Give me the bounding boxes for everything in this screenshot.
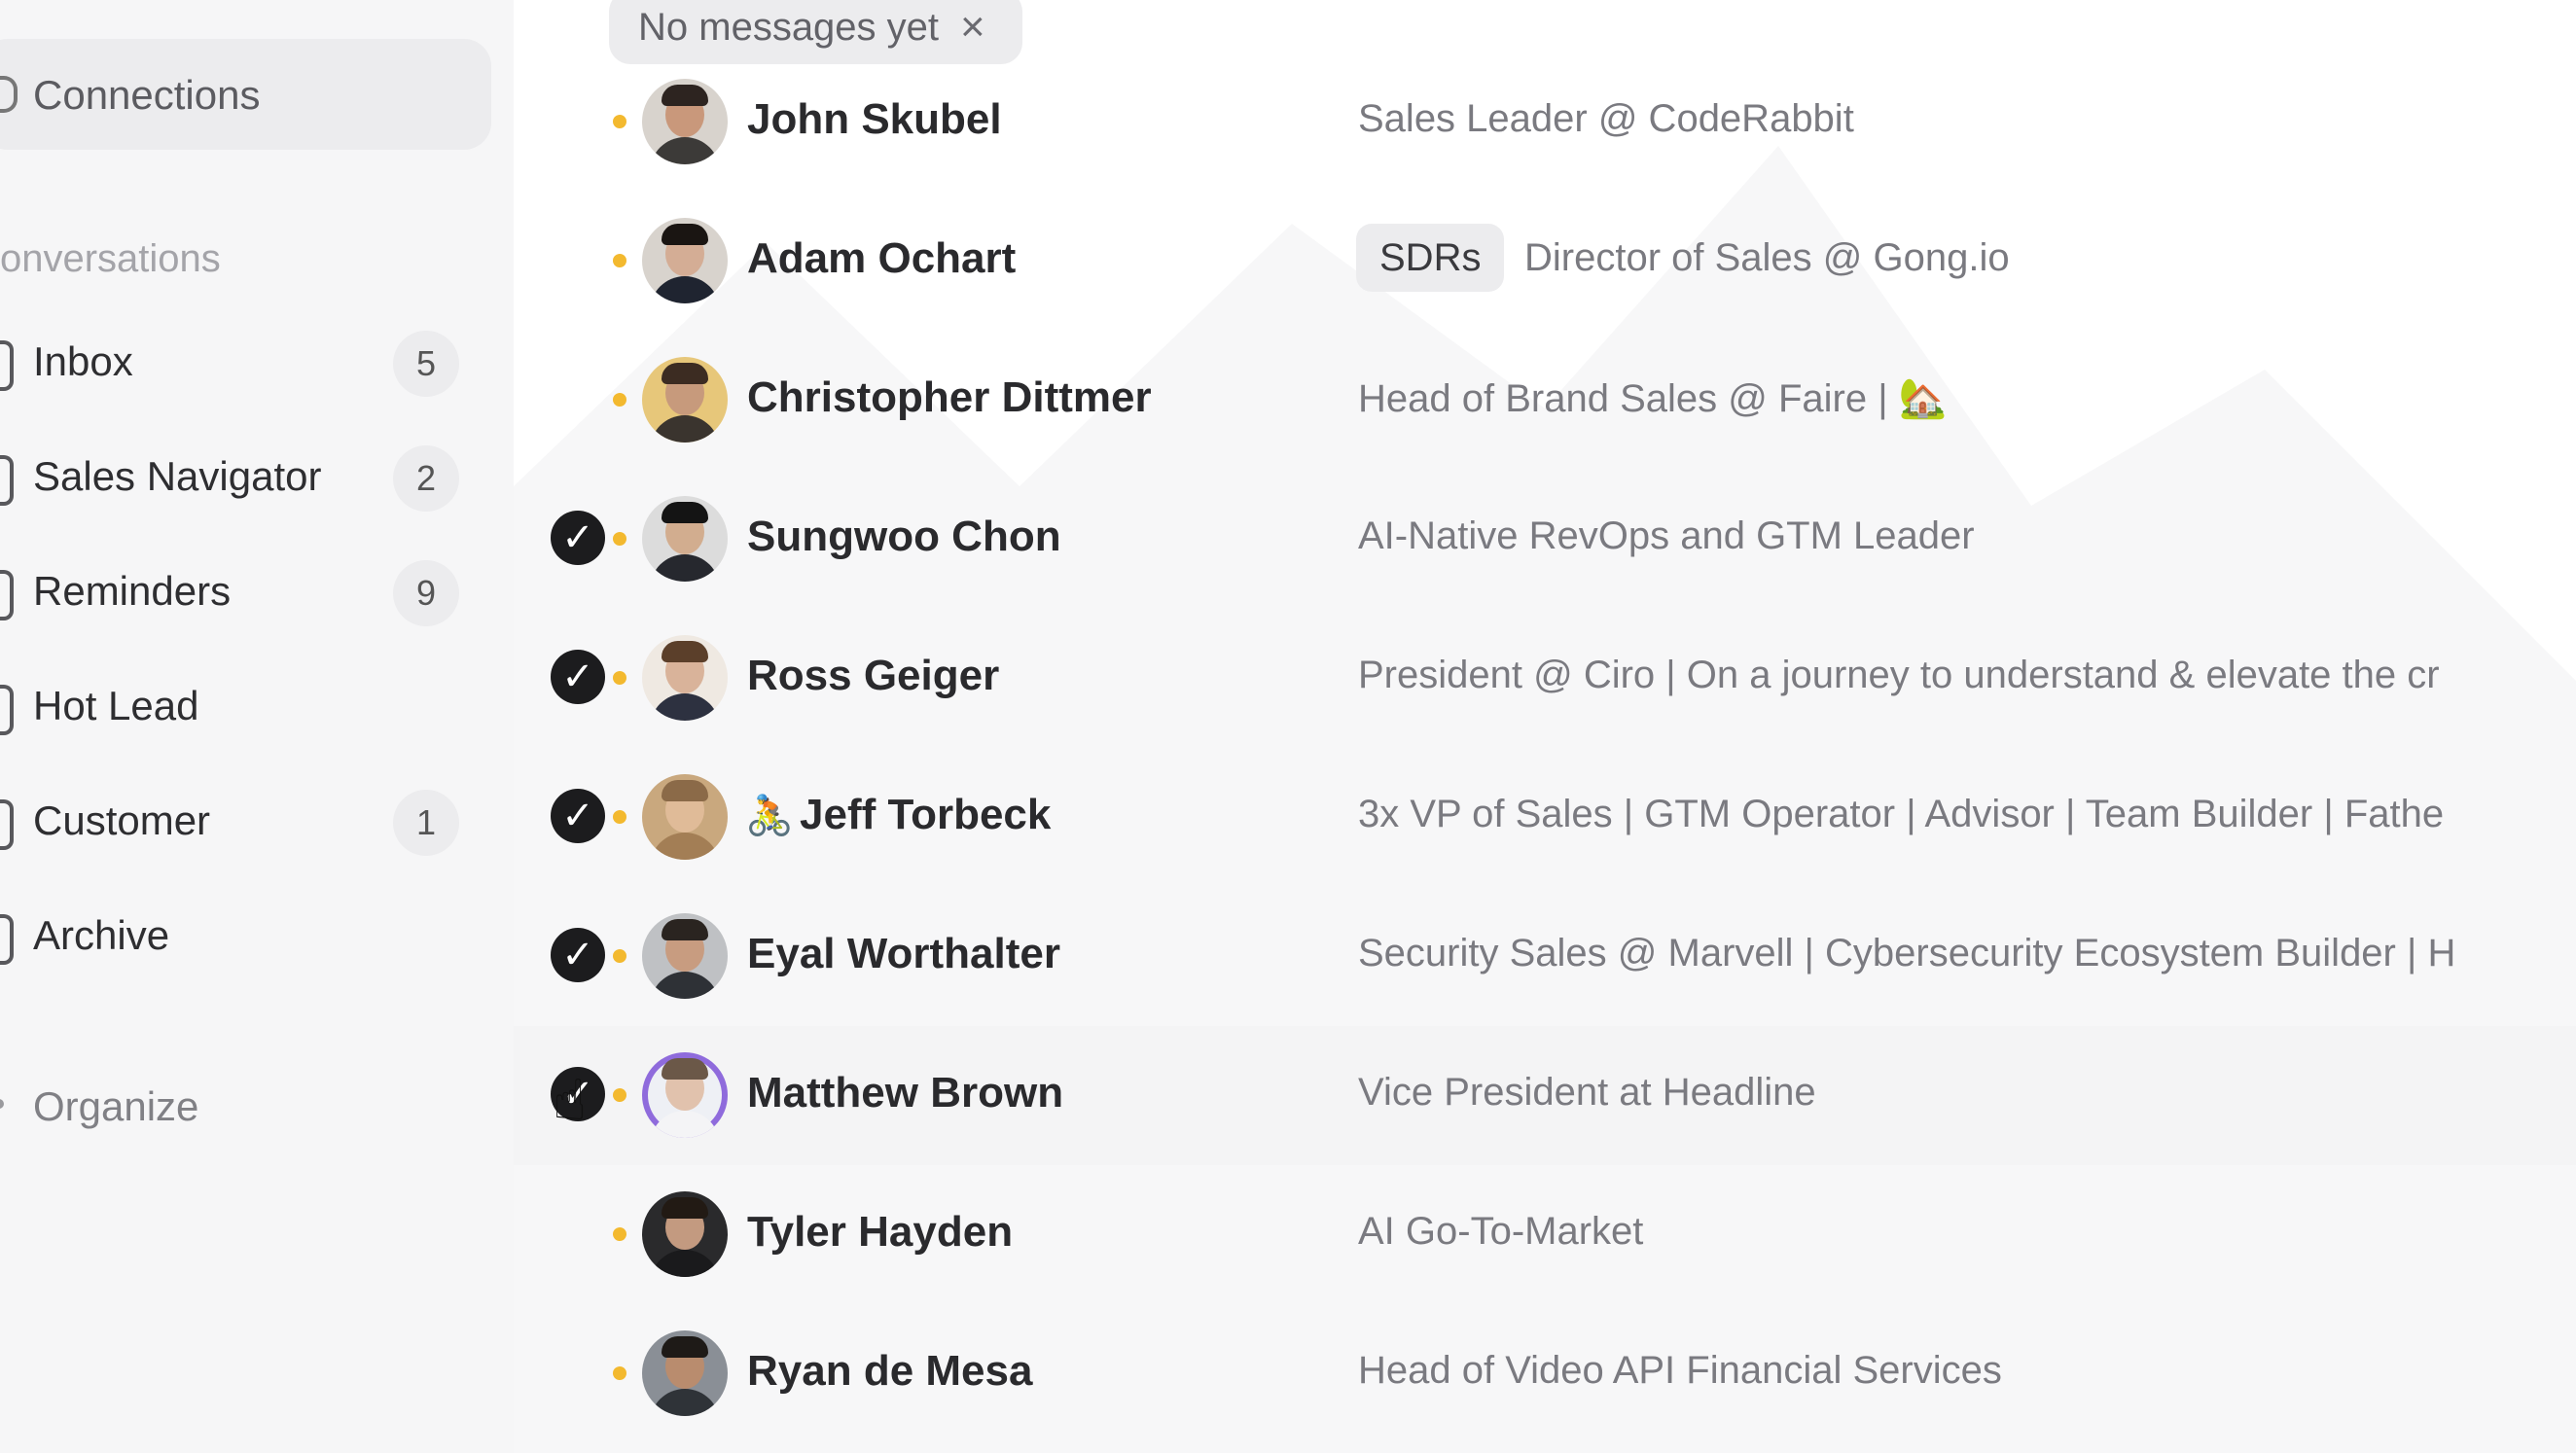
section-label-conversations: onversations — [0, 237, 221, 280]
contact-row[interactable]: Christopher Dittmer Head of Brand Sales … — [514, 331, 2576, 470]
presence-dot — [613, 810, 626, 824]
contact-name[interactable]: Matthew Brown — [747, 1069, 1063, 1117]
contact-headline: AI-Native RevOps and GTM Leader — [1358, 514, 1975, 557]
contact-name[interactable]: Adam Ochart — [747, 234, 1016, 283]
select-checkbox[interactable]: ✓ — [551, 650, 605, 704]
presence-dot — [613, 1227, 626, 1241]
sidebar-item-label: Connections — [33, 72, 261, 118]
contact-headline: Vice President at Headline — [1358, 1071, 1816, 1114]
presence-dot — [613, 532, 626, 546]
sidebar-item-connections[interactable]: Connections — [0, 39, 491, 150]
contact-row[interactable]: John Skubel Sales Leader @ CodeRabbit — [514, 53, 2576, 192]
contact-row[interactable]: ✓ Eyal Worthalter Security Sales @ Marve… — [514, 887, 2576, 1026]
connections-icon — [0, 76, 18, 113]
avatar — [642, 1052, 728, 1138]
sidebar-item-reminders[interactable]: Reminders 9 — [0, 549, 486, 636]
contact-name[interactable]: Ryan de Mesa — [747, 1347, 1032, 1396]
contact-headline: President @ Ciro | On a journey to under… — [1358, 654, 2440, 696]
presence-dot — [613, 671, 626, 685]
contact-row[interactable]: ✓ Sungwoo Chon AI-Native RevOps and GTM … — [514, 470, 2576, 609]
sidebar-item-customer[interactable]: Customer 1 — [0, 778, 486, 866]
count-badge: 5 — [393, 331, 459, 397]
sidebar-item-archive[interactable]: Archive — [0, 893, 486, 980]
presence-dot — [613, 1366, 626, 1380]
avatar — [642, 913, 728, 999]
sidebar-item-label: Archive — [33, 912, 170, 958]
contact-tag[interactable]: SDRs — [1356, 224, 1505, 292]
presence-dot — [613, 1088, 626, 1102]
contact-name[interactable]: Jeff Torbeck — [800, 791, 1051, 839]
contact-headline: Director of Sales @ Gong.io — [1524, 236, 2010, 279]
avatar — [642, 218, 728, 303]
filter-chip-label: No messages yet — [638, 5, 940, 49]
count-badge: 9 — [393, 560, 459, 626]
contact-row[interactable]: Tyler Hayden AI Go-To-Market — [514, 1165, 2576, 1304]
sidebar-item-organize[interactable]: Organize — [33, 1083, 198, 1130]
avatar — [642, 357, 728, 443]
hand-cursor-icon: ☝ — [553, 1069, 588, 1132]
contact-headline: Sales Leader @ CodeRabbit — [1358, 97, 1854, 140]
contact-name[interactable]: Tyler Hayden — [747, 1208, 1013, 1257]
contact-name[interactable]: Sungwoo Chon — [747, 513, 1061, 561]
presence-dot — [613, 115, 626, 128]
contact-headline: 3x VP of Sales | GTM Operator | Advisor … — [1358, 793, 2445, 835]
contact-row[interactable]: ✓ Ross Geiger President @ Ciro | On a jo… — [514, 609, 2576, 748]
contact-name[interactable]: John Skubel — [747, 95, 1002, 144]
sidebar: Connections onversations Inbox 5 Sales N… — [0, 0, 515, 1453]
contact-row[interactable]: ✓ 🚴 Jeff Torbeck 3x VP of Sales | GTM Op… — [514, 748, 2576, 887]
presence-dot — [613, 254, 626, 267]
bicycle-icon: 🚴 — [745, 795, 794, 837]
sidebar-item-label: Reminders — [33, 568, 232, 614]
flame-icon — [0, 685, 14, 735]
contact-name[interactable]: Ross Geiger — [747, 652, 999, 700]
inbox-icon — [0, 340, 14, 391]
contact-headline: Head of Brand Sales @ Faire | 🏡 — [1358, 377, 1948, 420]
close-icon[interactable]: × — [960, 3, 985, 52]
avatar — [642, 496, 728, 582]
contact-name[interactable]: Eyal Worthalter — [747, 930, 1060, 978]
presence-dot — [613, 949, 626, 963]
contact-name[interactable]: Christopher Dittmer — [747, 373, 1152, 422]
presence-dot — [613, 393, 626, 407]
select-checkbox[interactable]: ✓ — [551, 928, 605, 982]
avatar — [642, 1330, 728, 1416]
avatar — [642, 635, 728, 721]
avatar — [642, 774, 728, 860]
sidebar-item-label: Inbox — [33, 338, 133, 384]
avatar — [642, 79, 728, 164]
select-checkbox[interactable]: ✓ — [551, 789, 605, 843]
sidebar-item-inbox[interactable]: Inbox 5 — [0, 319, 486, 407]
compass-icon — [0, 455, 14, 506]
count-badge: 1 — [393, 790, 459, 856]
contact-row[interactable]: ✓ ☝ Matthew Brown Vice President at Head… — [514, 1026, 2576, 1165]
sidebar-item-label: Hot Lead — [33, 683, 199, 728]
contact-headline: AI Go-To-Market — [1358, 1210, 1644, 1253]
archive-icon — [0, 914, 14, 965]
contact-headline: Security Sales @ Marvell | Cybersecurity… — [1358, 932, 2456, 975]
clock-icon — [0, 570, 14, 620]
select-checkbox[interactable]: ✓ — [551, 511, 605, 565]
tag-icon — [0, 799, 14, 850]
sidebar-item-label: Customer — [33, 797, 211, 843]
sidebar-item-sales-navigator[interactable]: Sales Navigator 2 — [0, 434, 486, 521]
count-badge: 2 — [393, 445, 459, 512]
contact-list-pane: No messages yet × John Skubel Sales Lead… — [514, 0, 2576, 1453]
contact-row[interactable]: Adam Ochart SDRs Director of Sales @ Gon… — [514, 192, 2576, 331]
sidebar-item-hot-lead[interactable]: Hot Lead — [0, 663, 486, 751]
organize-icon — [0, 1099, 4, 1109]
sidebar-item-label: Sales Navigator — [33, 453, 322, 499]
contact-row[interactable]: Ryan de Mesa Head of Video API Financial… — [514, 1304, 2576, 1443]
contact-headline: Head of Video API Financial Services — [1358, 1349, 2002, 1392]
avatar — [642, 1191, 728, 1277]
